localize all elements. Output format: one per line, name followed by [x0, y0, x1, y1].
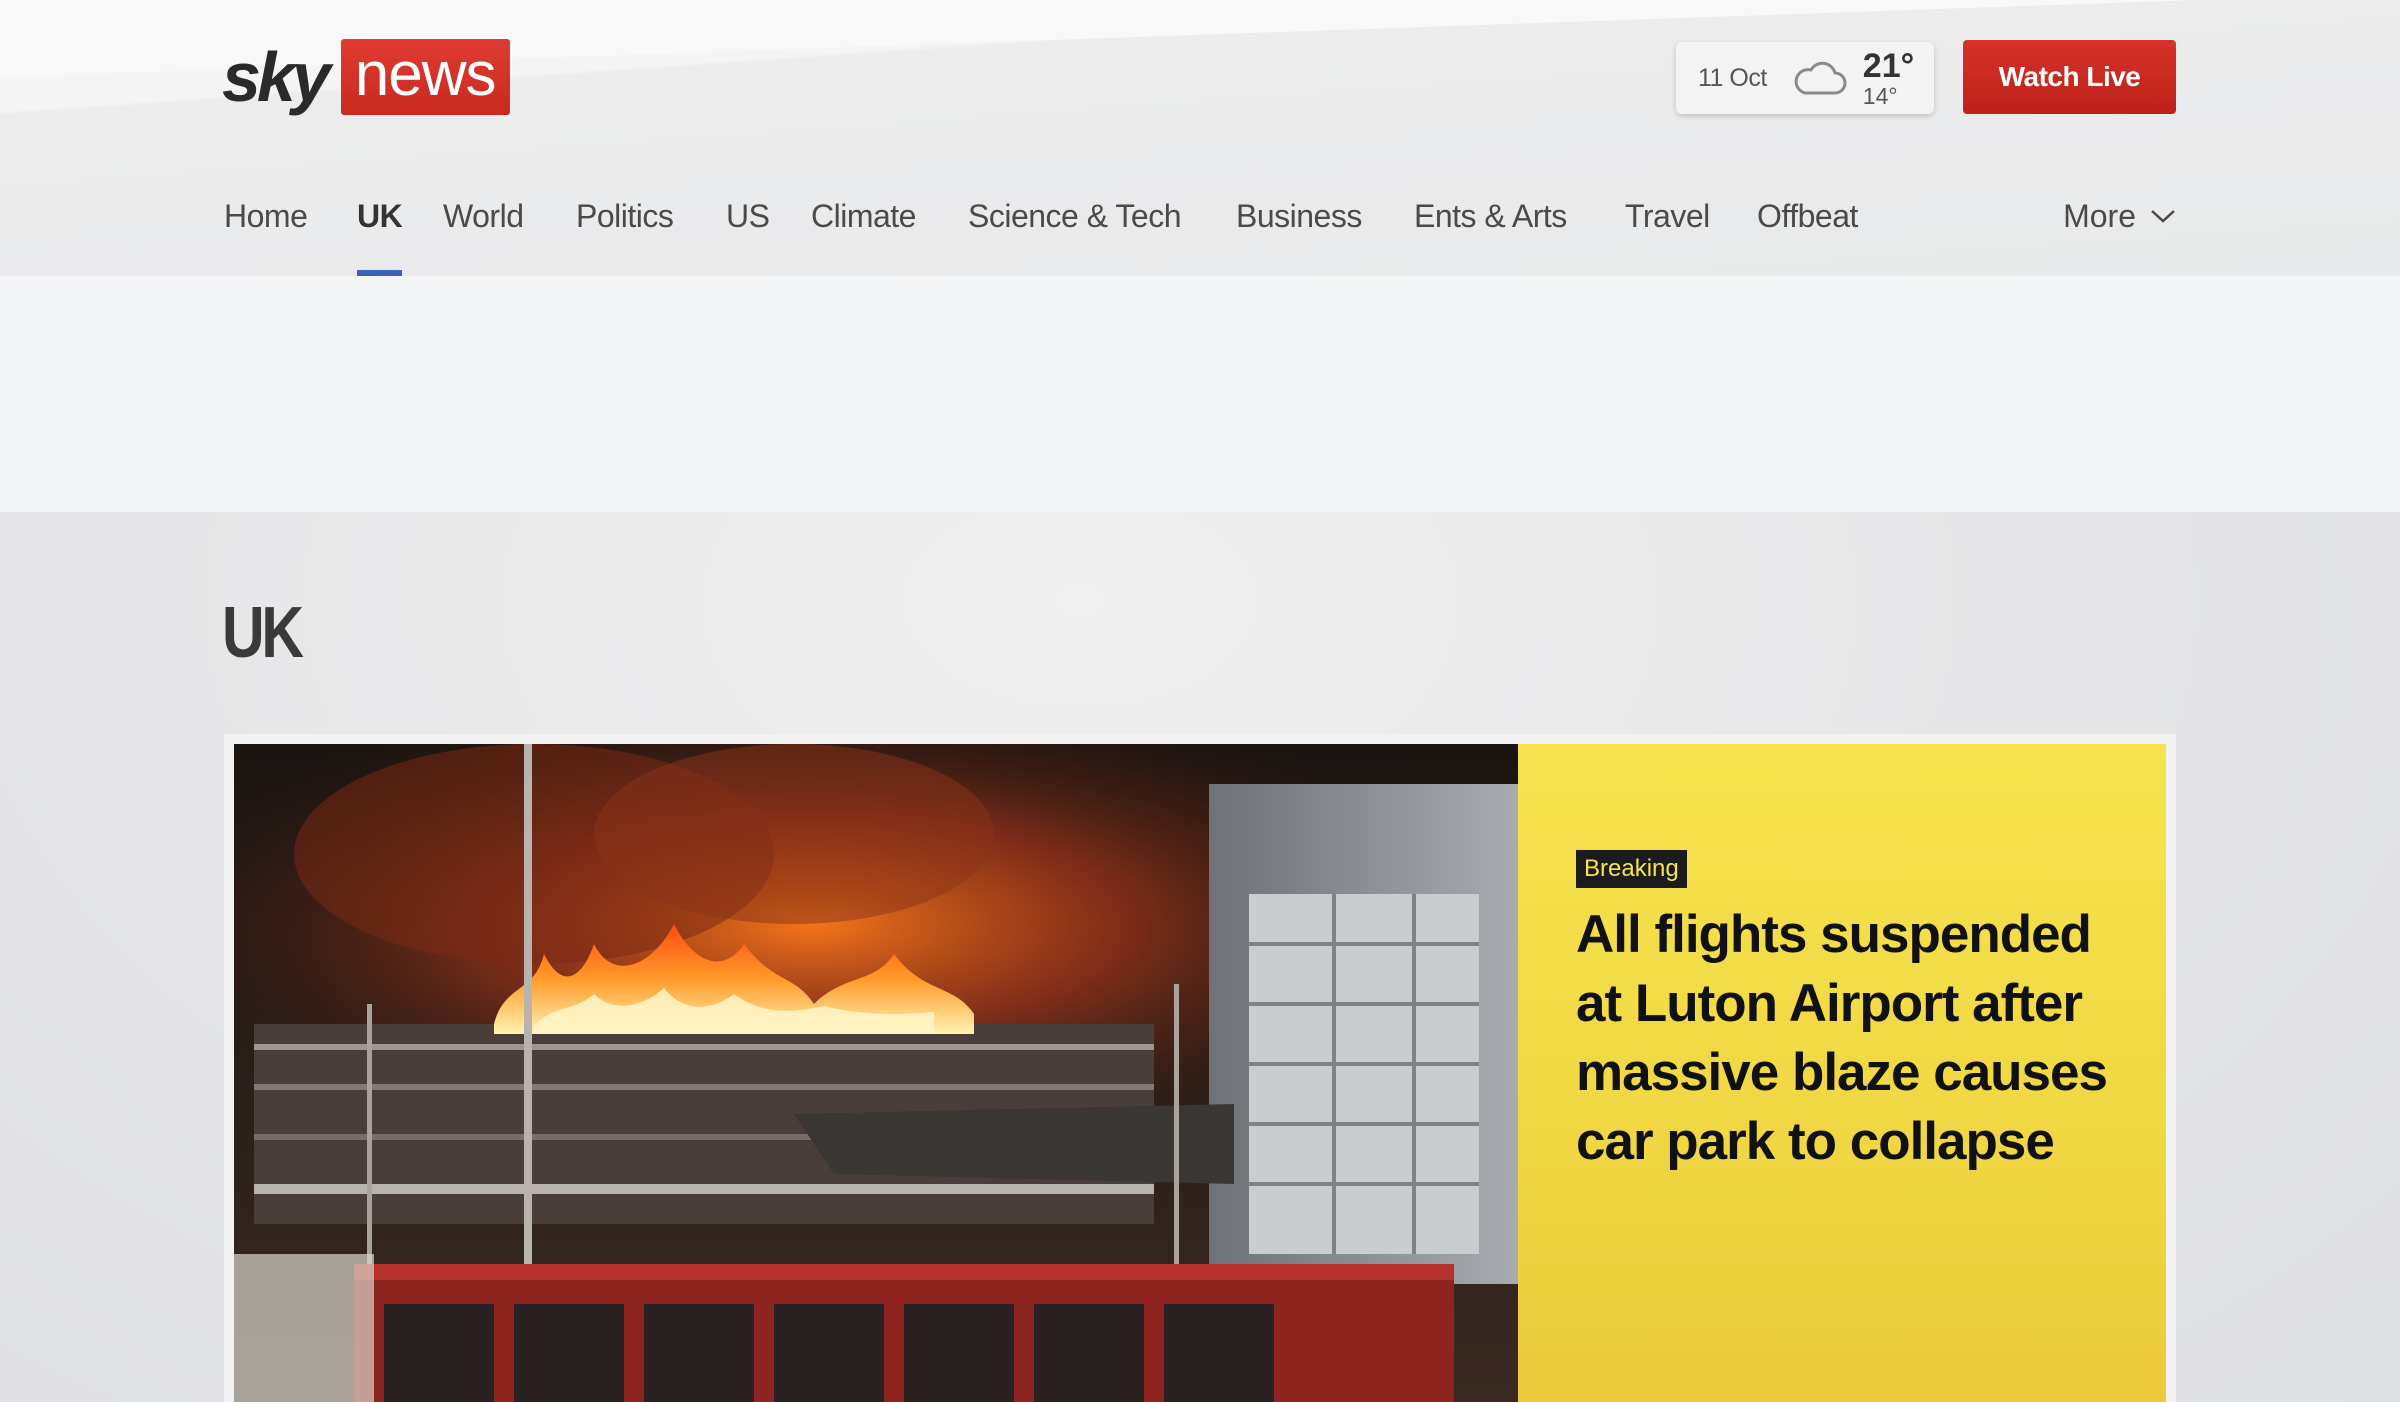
nav-item-travel[interactable]: Travel — [1625, 190, 1710, 276]
weather-date: 11 Oct — [1698, 63, 1767, 92]
sky-news-logo[interactable]: sky news — [222, 38, 510, 116]
lead-story-headline[interactable]: All flights suspended at Luton Airport a… — [1576, 900, 2136, 1176]
lead-story-text-panel[interactable]: Breaking All flights suspended at Luton … — [1518, 744, 2166, 1402]
watch-live-button[interactable]: Watch Live — [1963, 40, 2176, 114]
lead-story-card[interactable]: Breaking All flights suspended at Luton … — [224, 734, 2176, 1402]
page-title: UK — [222, 593, 304, 673]
nav-item-world[interactable]: World — [443, 190, 524, 276]
temp-low: 14° — [1862, 82, 1898, 109]
car-park-fire-image — [234, 744, 1518, 1402]
nav-item-us[interactable]: US — [726, 190, 770, 276]
nav-item-science-tech[interactable]: Science & Tech — [968, 190, 1181, 276]
nav-item-business[interactable]: Business — [1236, 190, 1362, 276]
logo-sky-text: sky — [222, 38, 331, 116]
main-nav: Home UK World Politics US Climate Scienc… — [224, 190, 2176, 276]
uk-section: UK Breaking All flights suspended at Lut… — [0, 512, 2400, 1402]
weather-widget[interactable]: 11 Oct 21° 14° — [1676, 42, 1934, 114]
lead-story-image[interactable] — [234, 744, 1518, 1402]
nav-more-button[interactable]: More — [2063, 190, 2176, 242]
nav-item-uk[interactable]: UK — [357, 190, 403, 276]
nav-item-ents-arts[interactable]: Ents & Arts — [1414, 190, 1567, 276]
nav-item-offbeat[interactable]: Offbeat — [1757, 190, 1858, 276]
logo-news-text: news — [340, 39, 510, 115]
nav-item-home[interactable]: Home — [224, 190, 308, 276]
nav-more-label: More — [2063, 198, 2136, 234]
ad-placeholder — [0, 276, 2400, 512]
chevron-down-icon — [2151, 210, 2175, 223]
weather-temps: 21° 14° — [1863, 49, 1914, 108]
nav-item-climate[interactable]: Climate — [811, 190, 916, 276]
breaking-badge: Breaking — [1576, 850, 1687, 888]
nav-item-politics[interactable]: Politics — [576, 190, 674, 276]
cloud-icon — [1794, 61, 1847, 95]
site-header: sky news 11 Oct 21° 14° Watch Live Home … — [0, 0, 2400, 276]
temp-high: 21° — [1862, 46, 1915, 85]
